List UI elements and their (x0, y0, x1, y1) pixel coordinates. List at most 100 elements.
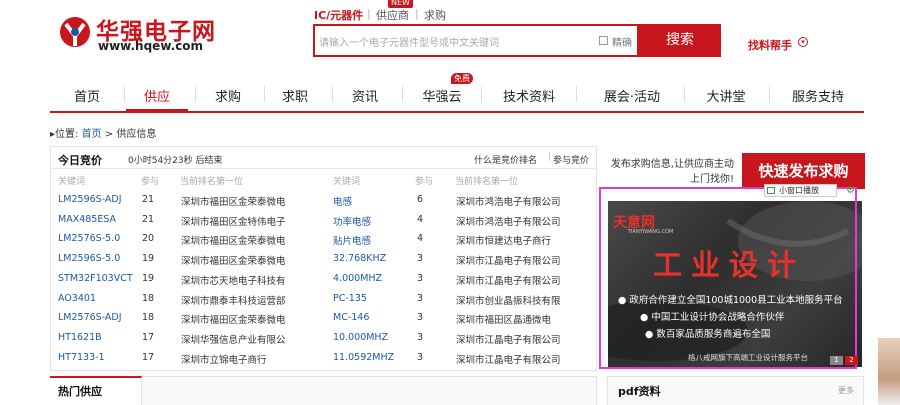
exact-match-label: 精确 (612, 38, 632, 49)
bid-keyword-link[interactable]: LM2596S-5.0 (58, 253, 136, 264)
bid-leader-company-link[interactable]: 深圳市鼎泰丰科技运营部 (181, 293, 297, 307)
bid-count: 3 (417, 253, 424, 264)
free-badge: 免费 (451, 73, 473, 84)
bid-count: 3 (417, 332, 424, 343)
bid-leader-company-link[interactable]: 深圳市创业晶振科技有限 (456, 293, 572, 307)
bid-leader-company-link[interactable]: 深圳市江晶电子有限公司 (456, 253, 572, 267)
bid-leader-company-link[interactable]: 深圳市福田区金荣泰微电 (181, 194, 297, 208)
bid-keyword-link[interactable]: HT7133-1 (58, 352, 136, 363)
ad-page-1-button[interactable]: 1 (830, 356, 843, 365)
pdf-section-title[interactable]: pdf资料 (618, 383, 661, 399)
bid-count: 17 (142, 332, 155, 343)
bid-leader-company-link[interactable]: 深圳市福田区金荣泰微电 (181, 312, 297, 326)
bid-count: 17 (142, 352, 155, 363)
nav-underline (50, 111, 864, 113)
what-is-bidding-link[interactable]: 什么是竞价排名 (474, 153, 537, 166)
sourcing-helper-link[interactable]: 找料帮手 (748, 37, 792, 53)
bid-keyword-link[interactable]: 11.0592MHZ (333, 352, 411, 363)
ad-bullet-1: ● 政府合作建立全国100城1000县工业本地服务平台 (618, 295, 843, 306)
new-badge: NEW (388, 0, 413, 8)
search-button[interactable]: 搜索 (639, 24, 721, 57)
search-input[interactable]: 请输入一个电子元器件型号或中文关键词 (319, 34, 499, 49)
search-tab-buy[interactable]: 求购 (424, 7, 446, 23)
bid-leader-company-link[interactable]: 深圳市福田区金特伟电子 (181, 214, 297, 228)
bid-keyword-link[interactable]: LM2596S-ADJ (58, 194, 136, 205)
bid-leader-company-link[interactable]: 深圳市恒建达电子商行 (456, 233, 572, 247)
join-bidding-link[interactable]: 参与竞价 (553, 153, 589, 166)
bid-keyword-link[interactable]: 4.000MHZ (333, 273, 411, 284)
countdown-timer: 0小时54分23秒 后结束 (128, 156, 223, 166)
bid-leader-company-link[interactable]: 深圳市江晶电子有限公司 (456, 273, 572, 287)
nav-events[interactable]: 展会·活动 (588, 86, 676, 111)
bid-count: 4 (417, 214, 424, 225)
exact-match-checkbox[interactable] (599, 36, 608, 45)
col-header-count: 参与 (141, 177, 160, 187)
bid-keyword-link[interactable]: MC-146 (333, 312, 411, 323)
hqew-logo-icon[interactable] (57, 12, 93, 52)
nav-news[interactable]: 资讯 (336, 86, 394, 111)
bid-count: 21 (142, 194, 155, 205)
nav-jobs[interactable]: 求职 (266, 86, 324, 111)
nav-divider (481, 86, 482, 102)
bid-keyword-link[interactable]: 32.768KHZ (333, 253, 411, 264)
bid-count: 3 (417, 312, 424, 323)
bid-keyword-link[interactable]: 电感 (333, 194, 411, 208)
nav-hq-cloud[interactable]: 华强云 (410, 86, 474, 111)
bid-keyword-link[interactable]: MAX485ESA (58, 214, 136, 225)
bid-leader-company-link[interactable]: 深圳市江晶电子有限公司 (456, 352, 572, 366)
bid-keyword-link[interactable]: LM2576S-5.0 (58, 233, 136, 244)
bid-keyword-link[interactable]: AO3401 (58, 293, 136, 304)
nav-buy[interactable]: 求购 (199, 86, 257, 111)
nav-lecture[interactable]: 大讲堂 (694, 86, 758, 111)
bid-leader-company-link[interactable]: 深圳市江晶电子有限公司 (456, 332, 572, 346)
bid-leader-company-link[interactable]: 深圳华强信息产业有限公 (181, 332, 297, 346)
hot-supply-title[interactable]: 热门供应 (58, 383, 102, 399)
bid-keyword-link[interactable]: STM32F103VCT (58, 273, 136, 284)
nav-supply[interactable]: 供应 (126, 86, 188, 111)
bid-leader-company-link[interactable]: 深圳市福田区金荣泰微电 (181, 233, 297, 247)
breadcrumb-home[interactable]: 首页 (82, 129, 102, 140)
bid-keyword-link[interactable]: HT1621B (58, 332, 136, 343)
ad-page-2-button[interactable]: 2 (845, 356, 858, 365)
panel-divider (50, 168, 597, 169)
bid-leader-company-link[interactable]: 深圳市福田区金荣泰微电 (181, 253, 297, 267)
bid-leader-company-link[interactable]: 深圳市芯天地电子科技有 (181, 273, 297, 287)
nav-tech-docs[interactable]: 技术资料 (491, 86, 567, 111)
nav-service[interactable]: 服务支持 (782, 86, 854, 111)
bid-keyword-link[interactable]: 功率电感 (333, 214, 411, 228)
ad-logo-subtitle: TIANYIWANG.COM (628, 229, 674, 235)
bid-count: 18 (142, 312, 155, 323)
tab-separator: | (367, 7, 371, 20)
tab-separator: | (415, 7, 419, 20)
bid-keyword-link[interactable]: LM2576S-ADJ (58, 312, 136, 323)
site-url: www.hqew.com (98, 39, 204, 53)
bid-keyword-link[interactable]: 10.000MHZ (333, 332, 411, 343)
side-float-image[interactable] (878, 338, 900, 405)
link-separator: | (548, 152, 552, 162)
ad-headline: 工业设计 (653, 248, 806, 282)
bid-leader-company-link[interactable]: 深圳市鸿浩电子有限公司 (456, 194, 572, 208)
bid-count: 6 (417, 194, 424, 205)
small-window-icon (767, 187, 775, 194)
col-header-keyword: 关键词 (333, 177, 361, 187)
ad-bullet-2: ● 中国工业设计协会战略合作伙伴 (640, 312, 785, 323)
gear-icon[interactable]: ⚙ (846, 185, 855, 196)
down-circle-icon[interactable]: ▾ (798, 37, 808, 47)
nav-divider (332, 86, 333, 102)
breadcrumb: ▸位置: 首页 > 供应信息 (50, 125, 156, 140)
breadcrumb-prefix: 位置: (55, 129, 79, 140)
bid-count: 4 (417, 233, 424, 244)
bid-count: 3 (417, 293, 424, 304)
nav-divider (402, 86, 403, 102)
bid-leader-company-link[interactable]: 深圳市鸿浩电子有限公司 (456, 214, 572, 228)
ad-footer-text: 格八戒网旗下高端工业设计服务平台 (688, 353, 808, 362)
bid-leader-company-link[interactable]: 深圳市立锦电子商行 (181, 352, 297, 366)
col-header-count: 参与 (415, 177, 434, 187)
bid-keyword-link[interactable]: PC-135 (333, 293, 411, 304)
bid-leader-company-link[interactable]: 深圳市福田区晶通微电 (456, 312, 572, 326)
search-tab-ic[interactable]: IC/元器件 (314, 7, 363, 23)
nav-home[interactable]: 首页 (58, 86, 116, 111)
pdf-more-link[interactable]: 更多 (838, 385, 854, 396)
search-tab-supplier[interactable]: 供应商 (376, 7, 409, 23)
bid-keyword-link[interactable]: 贴片电感 (333, 233, 411, 247)
